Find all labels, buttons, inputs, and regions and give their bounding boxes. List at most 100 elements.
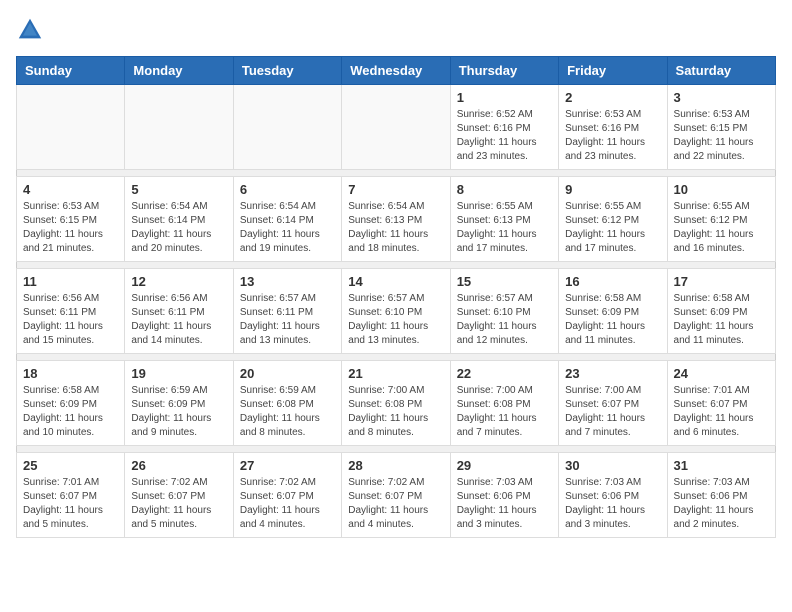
calendar-week-row: 11 Sunrise: 6:56 AM Sunset: 6:11 PM Dayli… [17,269,776,354]
calendar-day-cell: 24Sunrise: 7:01 AM Sunset: 6:07 PM Dayli… [667,361,775,446]
calendar-day-cell [342,85,450,170]
calendar-day-cell: 1 Sunrise: 6:52 AM Sunset: 6:16 PM Daylig… [450,85,558,170]
day-number: 21 [348,366,443,381]
day-number: 2 [565,90,660,105]
calendar-day-cell: 28 Sunrise: 7:02 AM Sunset: 6:07 PM Dayli… [342,453,450,538]
day-info: Sunrise: 6:56 AM Sunset: 6:11 PM Dayligh… [23,292,118,348]
logo [16,16,48,44]
calendar-day-cell: 6 Sunrise: 6:54 AM Sunset: 6:14 PM Daylig… [233,177,341,262]
day-info: Sunrise: 6:54 AM Sunset: 6:13 PM Dayligh… [348,200,443,256]
calendar-day-cell: 20 Sunrise: 6:59 AM Sunset: 6:08 PM Dayli… [233,361,341,446]
weekday-header: Sunday [17,57,125,85]
day-info: Sunrise: 7:03 AM Sunset: 6:06 PM Dayligh… [457,476,552,532]
day-number: 9 [565,182,660,197]
day-number: 19 [131,366,226,381]
calendar-day-cell: 31 Sunrise: 7:03 AM Sunset: 6:06 PM Dayli… [667,453,775,538]
calendar-day-cell [125,85,233,170]
row-divider [17,354,776,361]
calendar-day-cell: 12 Sunrise: 6:56 AM Sunset: 6:11 PM Dayli… [125,269,233,354]
day-number: 24 [674,366,769,381]
day-info: Sunrise: 6:54 AM Sunset: 6:14 PM Dayligh… [240,200,335,256]
page-header [16,16,776,44]
day-info: Sunrise: 6:57 AM Sunset: 6:10 PM Dayligh… [348,292,443,348]
row-divider [17,446,776,453]
calendar-day-cell: 21 Sunrise: 7:00 AM Sunset: 6:08 PM Dayli… [342,361,450,446]
day-number: 3 [674,90,769,105]
day-info: Sunrise: 6:52 AM Sunset: 6:16 PM Dayligh… [457,108,552,164]
day-info: Sunrise: 6:57 AM Sunset: 6:10 PM Dayligh… [457,292,552,348]
day-info: Sunrise: 6:58 AM Sunset: 6:09 PM Dayligh… [674,292,769,348]
day-number: 4 [23,182,118,197]
calendar-day-cell: 26Sunrise: 7:02 AM Sunset: 6:07 PM Dayli… [125,453,233,538]
weekday-header: Thursday [450,57,558,85]
day-info: Sunrise: 6:53 AM Sunset: 6:15 PM Dayligh… [23,200,118,256]
day-number: 25 [23,458,118,473]
day-number: 18 [23,366,118,381]
calendar-day-cell: 30 Sunrise: 7:03 AM Sunset: 6:06 PM Dayli… [559,453,667,538]
day-info: Sunrise: 7:00 AM Sunset: 6:07 PM Dayligh… [565,384,660,440]
day-info: Sunrise: 7:01 AM Sunset: 6:07 PM Dayligh… [23,476,118,532]
calendar-day-cell: 25 Sunrise: 7:01 AM Sunset: 6:07 PM Dayli… [17,453,125,538]
calendar-week-row: 18 Sunrise: 6:58 AM Sunset: 6:09 PM Dayli… [17,361,776,446]
day-number: 20 [240,366,335,381]
day-info: Sunrise: 7:03 AM Sunset: 6:06 PM Dayligh… [674,476,769,532]
weekday-header: Friday [559,57,667,85]
calendar-day-cell: 8Sunrise: 6:55 AM Sunset: 6:13 PM Daylig… [450,177,558,262]
calendar-day-cell: 10Sunrise: 6:55 AM Sunset: 6:12 PM Dayli… [667,177,775,262]
day-info: Sunrise: 6:58 AM Sunset: 6:09 PM Dayligh… [23,384,118,440]
calendar-day-cell: 23Sunrise: 7:00 AM Sunset: 6:07 PM Dayli… [559,361,667,446]
row-divider [17,170,776,177]
day-number: 6 [240,182,335,197]
day-info: Sunrise: 7:02 AM Sunset: 6:07 PM Dayligh… [131,476,226,532]
weekday-header: Monday [125,57,233,85]
calendar-day-cell: 4 Sunrise: 6:53 AM Sunset: 6:15 PM Daylig… [17,177,125,262]
calendar-day-cell: 15 Sunrise: 6:57 AM Sunset: 6:10 PM Dayli… [450,269,558,354]
day-info: Sunrise: 6:59 AM Sunset: 6:08 PM Dayligh… [240,384,335,440]
day-info: Sunrise: 6:58 AM Sunset: 6:09 PM Dayligh… [565,292,660,348]
day-info: Sunrise: 7:00 AM Sunset: 6:08 PM Dayligh… [348,384,443,440]
calendar-day-cell: 13 Sunrise: 6:57 AM Sunset: 6:11 PM Dayli… [233,269,341,354]
calendar-day-cell: 29 Sunrise: 7:03 AM Sunset: 6:06 PM Dayli… [450,453,558,538]
calendar-day-cell: 11 Sunrise: 6:56 AM Sunset: 6:11 PM Dayli… [17,269,125,354]
calendar-day-cell: 9Sunrise: 6:55 AM Sunset: 6:12 PM Daylig… [559,177,667,262]
calendar-week-row: 1 Sunrise: 6:52 AM Sunset: 6:16 PM Daylig… [17,85,776,170]
day-info: Sunrise: 6:57 AM Sunset: 6:11 PM Dayligh… [240,292,335,348]
day-number: 11 [23,274,118,289]
weekday-header: Saturday [667,57,775,85]
day-number: 13 [240,274,335,289]
day-number: 31 [674,458,769,473]
calendar-week-row: 25 Sunrise: 7:01 AM Sunset: 6:07 PM Dayli… [17,453,776,538]
day-info: Sunrise: 7:03 AM Sunset: 6:06 PM Dayligh… [565,476,660,532]
calendar-day-cell: 7Sunrise: 6:54 AM Sunset: 6:13 PM Daylig… [342,177,450,262]
calendar-day-cell: 5Sunrise: 6:54 AM Sunset: 6:14 PM Daylig… [125,177,233,262]
calendar-day-cell: 3 Sunrise: 6:53 AM Sunset: 6:15 PM Daylig… [667,85,775,170]
day-number: 12 [131,274,226,289]
day-number: 17 [674,274,769,289]
calendar-day-cell: 27Sunrise: 7:02 AM Sunset: 6:07 PM Dayli… [233,453,341,538]
calendar-day-cell: 14 Sunrise: 6:57 AM Sunset: 6:10 PM Dayli… [342,269,450,354]
weekday-header: Wednesday [342,57,450,85]
day-info: Sunrise: 6:56 AM Sunset: 6:11 PM Dayligh… [131,292,226,348]
day-number: 15 [457,274,552,289]
day-number: 29 [457,458,552,473]
day-info: Sunrise: 6:59 AM Sunset: 6:09 PM Dayligh… [131,384,226,440]
calendar-day-cell: 17 Sunrise: 6:58 AM Sunset: 6:09 PM Dayli… [667,269,775,354]
calendar-day-cell: 22Sunrise: 7:00 AM Sunset: 6:08 PM Dayli… [450,361,558,446]
day-number: 16 [565,274,660,289]
day-number: 1 [457,90,552,105]
day-number: 30 [565,458,660,473]
calendar-day-cell: 16 Sunrise: 6:58 AM Sunset: 6:09 PM Dayli… [559,269,667,354]
day-number: 8 [457,182,552,197]
weekday-header: Tuesday [233,57,341,85]
calendar-day-cell: 2 Sunrise: 6:53 AM Sunset: 6:16 PM Daylig… [559,85,667,170]
day-info: Sunrise: 7:02 AM Sunset: 6:07 PM Dayligh… [240,476,335,532]
day-number: 28 [348,458,443,473]
day-number: 14 [348,274,443,289]
day-info: Sunrise: 6:54 AM Sunset: 6:14 PM Dayligh… [131,200,226,256]
day-info: Sunrise: 6:53 AM Sunset: 6:15 PM Dayligh… [674,108,769,164]
day-info: Sunrise: 7:00 AM Sunset: 6:08 PM Dayligh… [457,384,552,440]
calendar-day-cell [233,85,341,170]
day-info: Sunrise: 6:53 AM Sunset: 6:16 PM Dayligh… [565,108,660,164]
calendar-day-cell: 19 Sunrise: 6:59 AM Sunset: 6:09 PM Dayli… [125,361,233,446]
day-info: Sunrise: 7:02 AM Sunset: 6:07 PM Dayligh… [348,476,443,532]
